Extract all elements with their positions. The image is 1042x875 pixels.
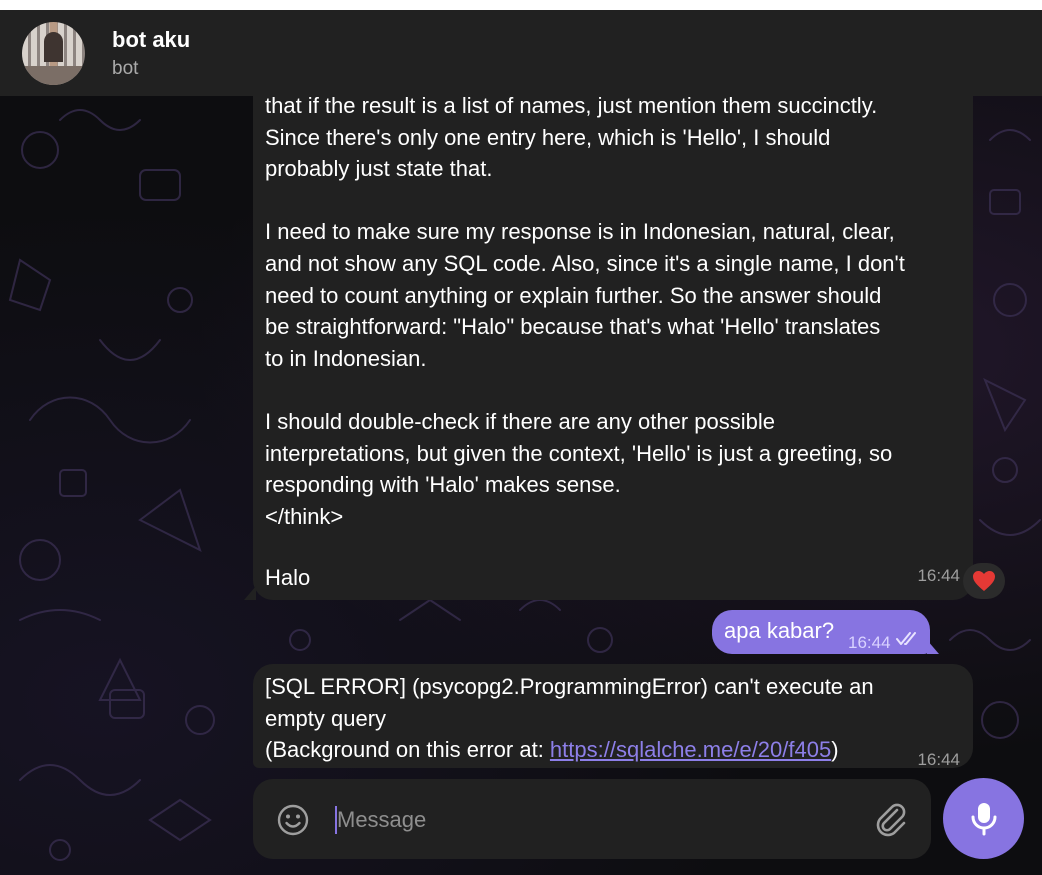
message-time: 16:44 (917, 566, 960, 586)
message-input[interactable] (337, 803, 837, 837)
incoming-message-bubble[interactable]: that if the result is a list of names, j… (244, 60, 973, 600)
chat-avatar[interactable] (22, 22, 85, 85)
message-paragraph: I need to make sure my response is in In… (265, 219, 905, 371)
message-text: apa kabar? (724, 618, 835, 643)
message-paragraph: I should double-check if there are any o… (265, 408, 893, 529)
message-text: [SQL ERROR] (psycopg2.ProgrammingError) … (265, 674, 874, 699)
error-link[interactable]: https://sqlalche.me/e/20/f405 (550, 737, 831, 762)
heart-icon (973, 571, 995, 591)
mic-icon (971, 802, 996, 835)
message-paragraph: that if the result is a list of names, j… (265, 93, 878, 182)
bubble-tail (927, 640, 939, 654)
emoji-icon[interactable] (276, 803, 310, 837)
window-top-strip (0, 0, 1042, 10)
message-time: 16:44 (848, 633, 891, 652)
reaction-badge[interactable] (963, 563, 1005, 599)
message-text: (Background on this error at: (265, 737, 550, 763)
attach-icon[interactable] (873, 801, 907, 839)
incoming-message-bubble[interactable]: [SQL ERROR] (psycopg2.ProgrammingError) … (253, 664, 973, 769)
message-text: ) (831, 737, 839, 763)
outgoing-message-bubble[interactable]: apa kabar? 16:44 (712, 610, 939, 654)
read-checks-icon (896, 632, 916, 645)
message-text: empty query (265, 705, 387, 731)
message-final-text: Halo (265, 565, 311, 590)
message-time: 16:44 (917, 750, 960, 769)
chat-title[interactable]: bot aku (112, 27, 190, 53)
voice-record-button[interactable] (943, 778, 1024, 859)
chat-subtitle: bot (112, 58, 139, 79)
bubble-tail (244, 586, 256, 600)
